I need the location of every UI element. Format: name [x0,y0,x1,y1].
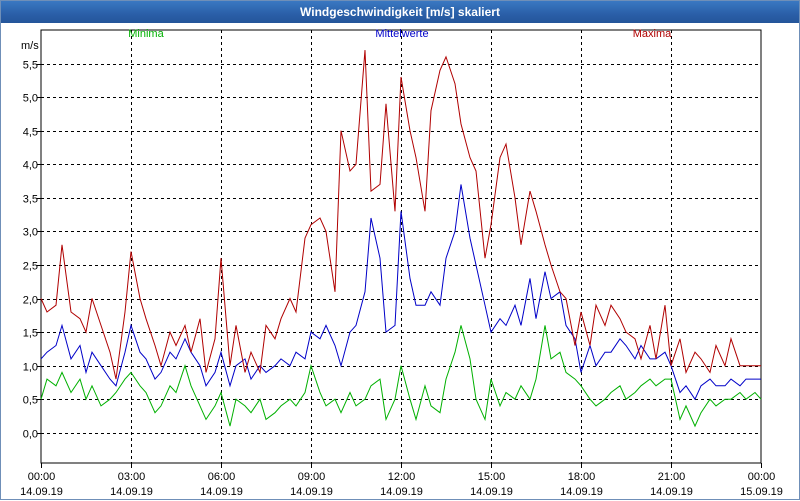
x-tick-time-label: 06:00 [208,471,236,483]
x-tick-date-label: 14.09.19 [470,486,513,498]
x-tick-date-label: 14.09.19 [380,486,423,498]
x-tick-date-label: 14.09.19 [650,486,693,498]
x-axis-ticks: 00:00 14.09.19 03:00 14.09.19 06:00 14.09.19 0… [20,463,783,498]
y-tick-label: 3,0 [23,227,38,239]
x-tick-time-label: 09:00 [298,471,326,483]
chart-window: Windgeschwindigkeit [m/s] skaliert 0,0 0,… [0,0,800,500]
x-tick-time-label: 18:00 [568,471,596,483]
legend-maxima: Maxima [633,28,672,40]
y-tick-label: 0,5 [23,395,38,407]
x-tick-date-label: 14.09.19 [110,486,153,498]
x-tick-date-label: 14.09.19 [290,486,333,498]
y-axis-label: m/s [21,40,39,52]
y-axis-ticks: 0,0 0,5 1,0 1,5 2,0 2,5 3,0 3,5 4,0 4,5 5,0 5,5 [23,60,41,441]
y-tick-label: 2,5 [23,261,38,273]
x-tick-date-label: 15.09.19 [740,486,783,498]
y-tick-label: 0,0 [23,429,38,441]
x-tick-date-label: 14.09.19 [200,486,243,498]
legend-minima: Minima [128,28,164,40]
y-tick-label: 1,5 [23,328,38,340]
x-tick-time-label: 00:00 [748,471,776,483]
wind-speed-chart: 0,0 0,5 1,0 1,5 2,0 2,5 3,0 3,5 4,0 4,5 5,0 5,5 00:… [20,28,783,498]
y-tick-label: 2,0 [23,295,38,307]
y-tick-label: 4,5 [23,127,38,139]
x-tick-date-label: 14.09.19 [560,486,603,498]
x-tick-time-label: 00:00 [28,471,56,483]
y-tick-label: 3,5 [23,194,38,206]
x-tick-date-label: 14.09.19 [20,486,63,498]
legend-mittelwerte: Mittelwerte [375,28,428,40]
x-tick-time-label: 21:00 [658,471,686,483]
y-tick-label: 4,0 [23,160,38,172]
x-tick-time-label: 15:00 [478,471,506,483]
x-tick-time-label: 12:00 [388,471,416,483]
x-tick-time-label: 03:00 [118,471,146,483]
y-tick-label: 5,5 [23,60,38,72]
y-tick-label: 1,0 [23,362,38,374]
y-tick-label: 5,0 [23,93,38,105]
